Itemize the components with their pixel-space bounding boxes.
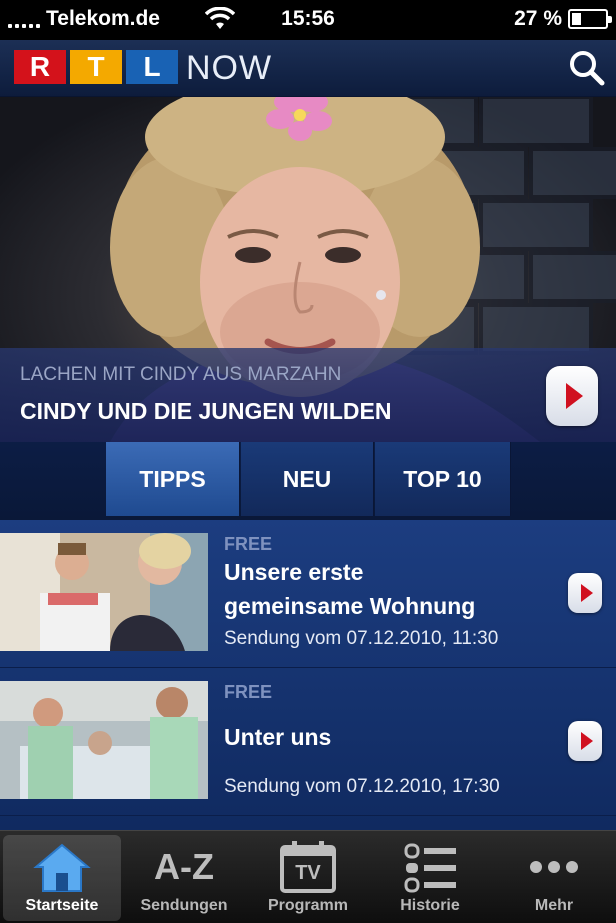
hero-title[interactable]: CINDY UND DIE JUNGEN WILDEN (20, 398, 391, 425)
hero-play-button[interactable] (546, 366, 598, 426)
bottom-tab-programm[interactable]: TV Programm (249, 835, 367, 921)
battery-percent: 27 % (514, 7, 562, 30)
tab-label: TIPPS (139, 465, 206, 492)
bottom-tab-label: Historie (400, 897, 460, 914)
search-icon[interactable] (568, 49, 606, 87)
home-icon (33, 843, 91, 892)
episode-date: Sendung vom 07.12.2010, 17:30 (224, 776, 500, 797)
episode-thumbnail (0, 681, 208, 799)
hero-caption[interactable] (0, 348, 616, 442)
bottom-tab-label: Mehr (534, 897, 574, 914)
episode-title-line1: Unter uns (224, 724, 332, 750)
tab-neu[interactable]: NEU (241, 442, 374, 516)
play-icon (580, 584, 593, 602)
battery-icon (568, 9, 612, 29)
rtl-logo: R T L (14, 50, 178, 84)
tv-icon-text: TV (295, 861, 321, 884)
list-icon (404, 843, 456, 893)
episode-play-button[interactable] (568, 573, 602, 613)
bottom-tab-startseite[interactable]: Startseite (3, 835, 121, 921)
status-bar: Telekom.de 15:56 27 % (0, 0, 616, 40)
a-z-icon: A-Z (154, 841, 214, 893)
play-icon (566, 383, 583, 409)
episode-title-line2: gemeinsame Wohnung (224, 593, 476, 619)
free-badge: FREE (224, 534, 273, 554)
tab-tipps[interactable]: TIPPS (106, 442, 240, 516)
bottom-tab-sendungen[interactable]: A-Z Sendungen (125, 835, 243, 921)
bottom-tab-label: Startseite (25, 897, 99, 914)
list-item[interactable]: FREE Unter uns Sendung vom 07.12.2010, 1… (0, 668, 616, 816)
bottom-tab-label: Sendungen (140, 897, 228, 914)
battery-fill (572, 13, 581, 25)
bottom-tab-bar: Startseite A-Z Sendungen TV Programm His… (0, 830, 616, 923)
category-tabs: TIPPS NEU TOP 10 (0, 442, 616, 520)
bottom-tab-mehr[interactable]: Mehr (495, 835, 613, 921)
list-item[interactable]: FREE Unsere erste gemeinsame Wohnung Sen… (0, 520, 616, 668)
logo-now: NOW (186, 49, 273, 87)
logo-letter-l: L (126, 50, 178, 84)
tv-calendar-icon: TV (278, 841, 338, 893)
bottom-tab-label: Programm (267, 897, 349, 914)
more-icon (530, 861, 578, 873)
bottom-tab-historie[interactable]: Historie (371, 835, 489, 921)
tab-label: NEU (282, 465, 332, 492)
play-icon (580, 732, 593, 750)
episode-thumbnail (0, 533, 208, 651)
episode-date: Sendung vom 07.12.2010, 11:30 (224, 628, 499, 649)
episode-title-line1: Unsere erste (224, 559, 364, 585)
a-z-icon-text: A-Z (154, 846, 214, 887)
tab-label: TOP 10 (403, 465, 482, 492)
episode-list: FREE Unsere erste gemeinsame Wohnung Sen… (0, 520, 616, 830)
logo-letter-r: R (14, 50, 66, 84)
free-badge: FREE (224, 682, 273, 702)
app-header: R T L NOW (0, 40, 616, 97)
tab-top-10[interactable]: TOP 10 (375, 442, 511, 516)
battery: 27 % (514, 7, 612, 31)
logo-letter-t: T (70, 50, 122, 84)
episode-play-button[interactable] (568, 721, 602, 761)
hero-subtitle: LACHEN MIT CINDY AUS MARZAHN (20, 364, 342, 385)
